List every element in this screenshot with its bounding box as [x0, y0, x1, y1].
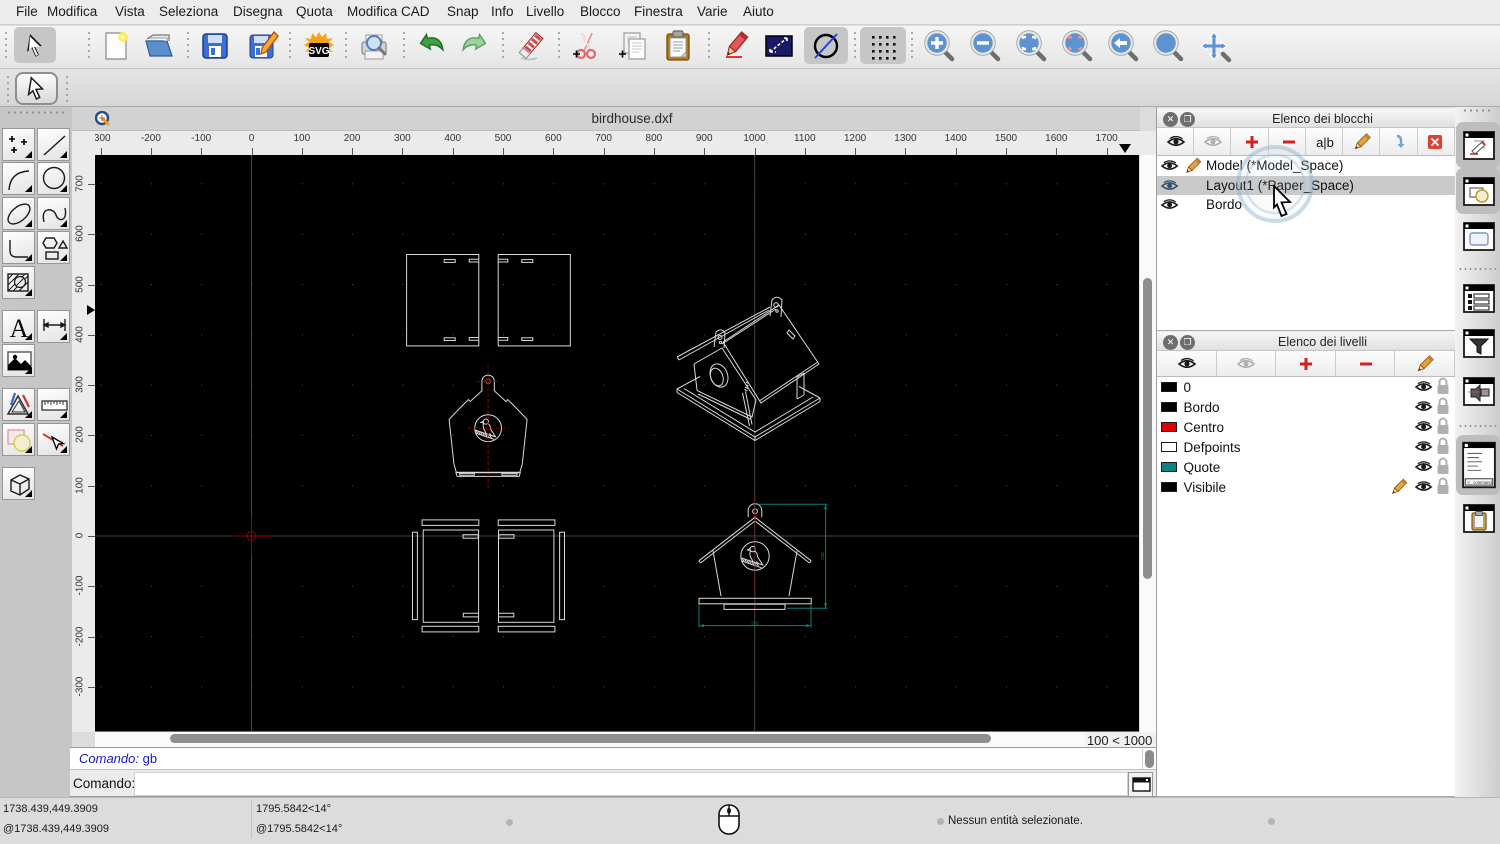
- svg-text:A: A: [10, 314, 29, 343]
- svg-text:235: 235: [820, 552, 825, 560]
- svg-text:232: 232: [751, 620, 759, 625]
- svg-text:SVG: SVG: [308, 46, 329, 57]
- svg-text:<_ command: <_ command: [1467, 480, 1492, 485]
- svg-text:a|b: a|b: [1316, 135, 1334, 150]
